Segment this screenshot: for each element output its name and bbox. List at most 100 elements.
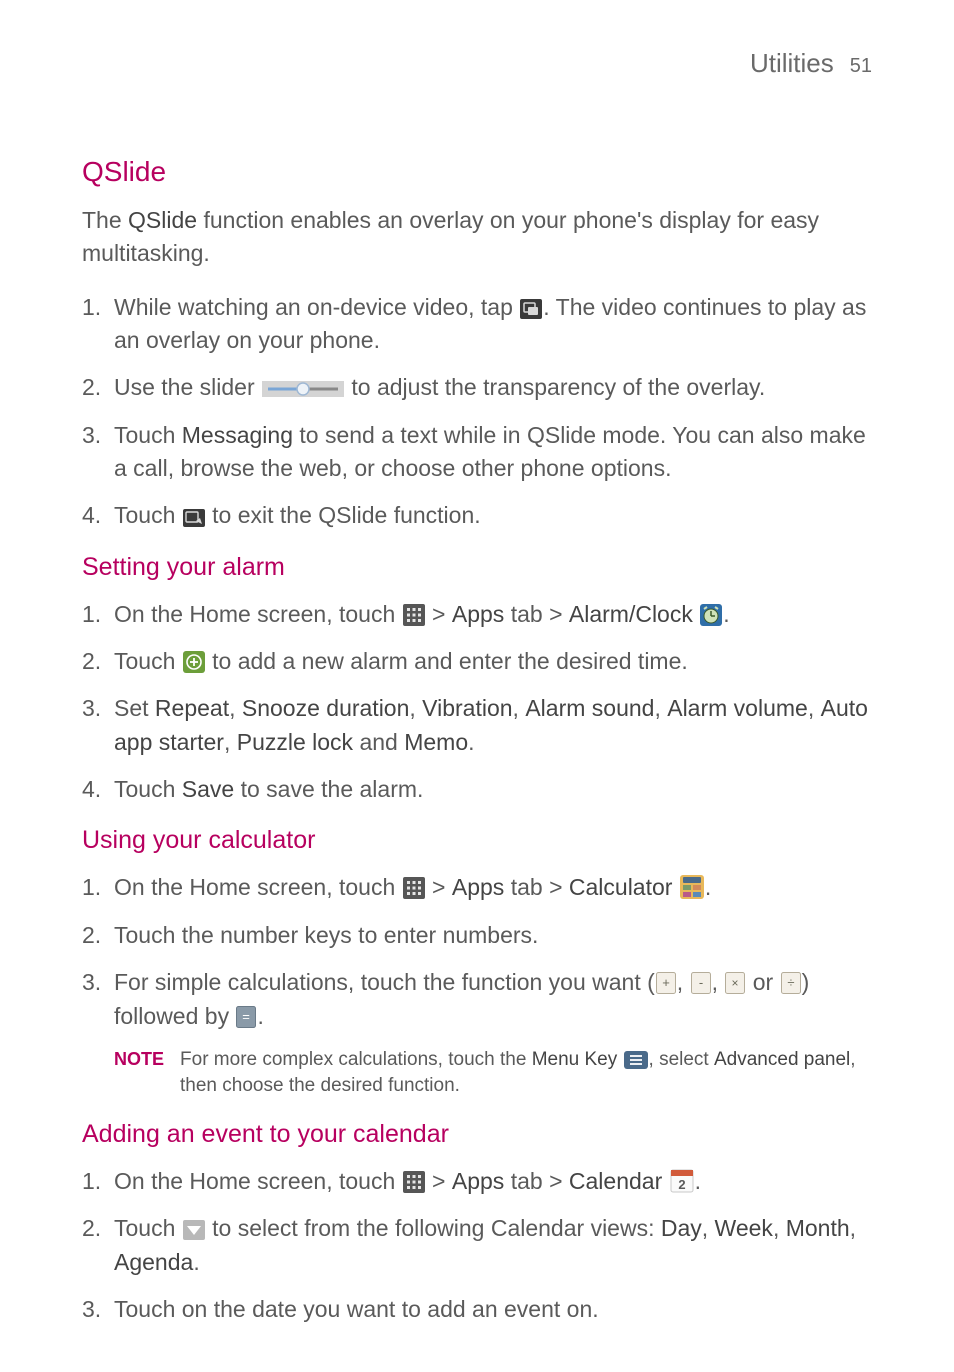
text: tab > [504,601,569,627]
text: The [82,207,128,233]
text-bold: Save [182,776,234,802]
cal-step-1: On the Home screen, touch > Apps tab > C… [82,1165,872,1198]
text-bold: Repeat [155,695,229,721]
calc-step-3: For simple calculations, touch the funct… [82,966,872,1033]
alarm-step-2: Touch to add a new alarm and enter the d… [82,645,872,678]
text: Touch [114,502,182,528]
text: to exit the QSlide function. [206,502,481,528]
text: > [426,874,452,900]
heading-calendar: Adding an event to your calendar [82,1120,872,1149]
text: . [705,874,711,900]
text: Touch [114,422,182,448]
calculator-app-icon [680,875,704,899]
apps-grid-icon [403,877,425,899]
text-bold: Puzzle lock [237,729,353,755]
text: . [723,601,729,627]
text: On the Home screen, touch [114,1168,402,1194]
qslide-step-2: Use the slider to adjust the transparenc… [82,371,872,404]
text: Touch [114,1215,182,1241]
menu-key-icon [624,1051,648,1069]
text-bold: Memo [404,729,468,755]
text: > [426,601,452,627]
alarm-clock-icon [700,604,722,626]
header-title: Utilities [750,48,834,79]
note-text: For more complex calculations, touch the… [180,1047,872,1100]
text: Set [114,695,155,721]
qslide-step-4: Touch to exit the QSlide function. [82,499,872,532]
text: Touch [114,648,182,674]
text-bold: Apps [452,1168,504,1194]
qslide-exit-icon [183,509,205,527]
calculator-note: NOTE For more complex calculations, touc… [82,1047,872,1100]
text-bold: QSlide [128,207,197,233]
text: tab > [504,1168,569,1194]
add-alarm-icon [183,651,205,673]
calc-step-1: On the Home screen, touch > Apps tab > C… [82,871,872,904]
text: On the Home screen, touch [114,601,402,627]
text-bold: Apps [452,874,504,900]
text: , [850,1215,856,1241]
text: to save the alarm. [234,776,423,802]
text-bold: Snooze duration [242,695,410,721]
text: , [808,695,821,721]
qslide-overlay-icon [520,299,542,319]
svg-text:=: = [243,1009,251,1024]
cal-step-3: Touch on the date you want to add an eve… [82,1293,872,1326]
calendar-view-dropdown-icon [183,1220,205,1240]
text: For simple calculations, touch the funct… [114,969,655,995]
text: . [193,1249,199,1275]
text-bold: Advanced panel [714,1049,850,1070]
text: While watching an on-device video, tap [114,294,519,320]
text: to add a new alarm and enter the desired… [206,648,688,674]
text-bold: Calculator [569,874,673,900]
text: For more complex calculations, touch the [180,1049,532,1070]
text-bold: Apps [452,601,504,627]
text-bold: Month [786,1215,850,1241]
qslide-step-3: Touch Messaging to send a text while in … [82,419,872,486]
alarm-step-1: On the Home screen, touch > Apps tab > A… [82,598,872,631]
text: to select from the following Calendar vi… [206,1215,661,1241]
qslide-intro: The QSlide function enables an overlay o… [82,204,872,271]
heading-alarm: Setting your alarm [82,553,872,582]
cal-step-2: Touch to select from the following Calen… [82,1212,872,1279]
text: > [426,1168,452,1194]
text: , [712,969,725,995]
minus-key-icon: - [691,972,711,994]
header-page-number: 51 [850,55,872,78]
text-bold: Agenda [114,1249,193,1275]
text: and [353,729,404,755]
note-label: NOTE [114,1047,164,1100]
heading-qslide: QSlide [82,156,872,188]
text: , [702,1215,715,1241]
text: Touch [114,776,182,802]
text: to adjust the transparency of the overla… [345,374,765,400]
text: , [654,695,667,721]
plus-key-icon: + [656,972,676,994]
text-bold: Week [715,1215,773,1241]
apps-grid-icon [403,1171,425,1193]
svg-text:-: - [698,975,702,990]
equals-key-icon: = [236,1006,256,1028]
text: , [409,695,422,721]
svg-text:2: 2 [678,1177,685,1192]
text-bold: Alarm volume [667,695,808,721]
text: Use the slider [114,374,261,400]
transparency-slider-icon [262,379,344,399]
calendar-app-icon: 2 [670,1169,694,1193]
text-bold: Alarm/Clock [569,601,693,627]
text-bold: Alarm sound [525,695,654,721]
text: . [257,1003,263,1029]
text-bold: Messaging [182,422,293,448]
text-bold: Calendar [569,1168,662,1194]
text-bold: Day [661,1215,702,1241]
calc-step-2: Touch the number keys to enter numbers. [82,919,872,952]
alarm-step-3: Set Repeat, Snooze duration, Vibration, … [82,692,872,759]
text: , [224,729,237,755]
heading-calculator: Using your calculator [82,826,872,855]
svg-text:+: + [662,975,670,990]
text-bold: Vibration [422,695,512,721]
page-header: Utilities 51 [750,48,872,79]
text: . [695,1168,701,1194]
text: tab > [504,874,569,900]
text: On the Home screen, touch [114,874,402,900]
